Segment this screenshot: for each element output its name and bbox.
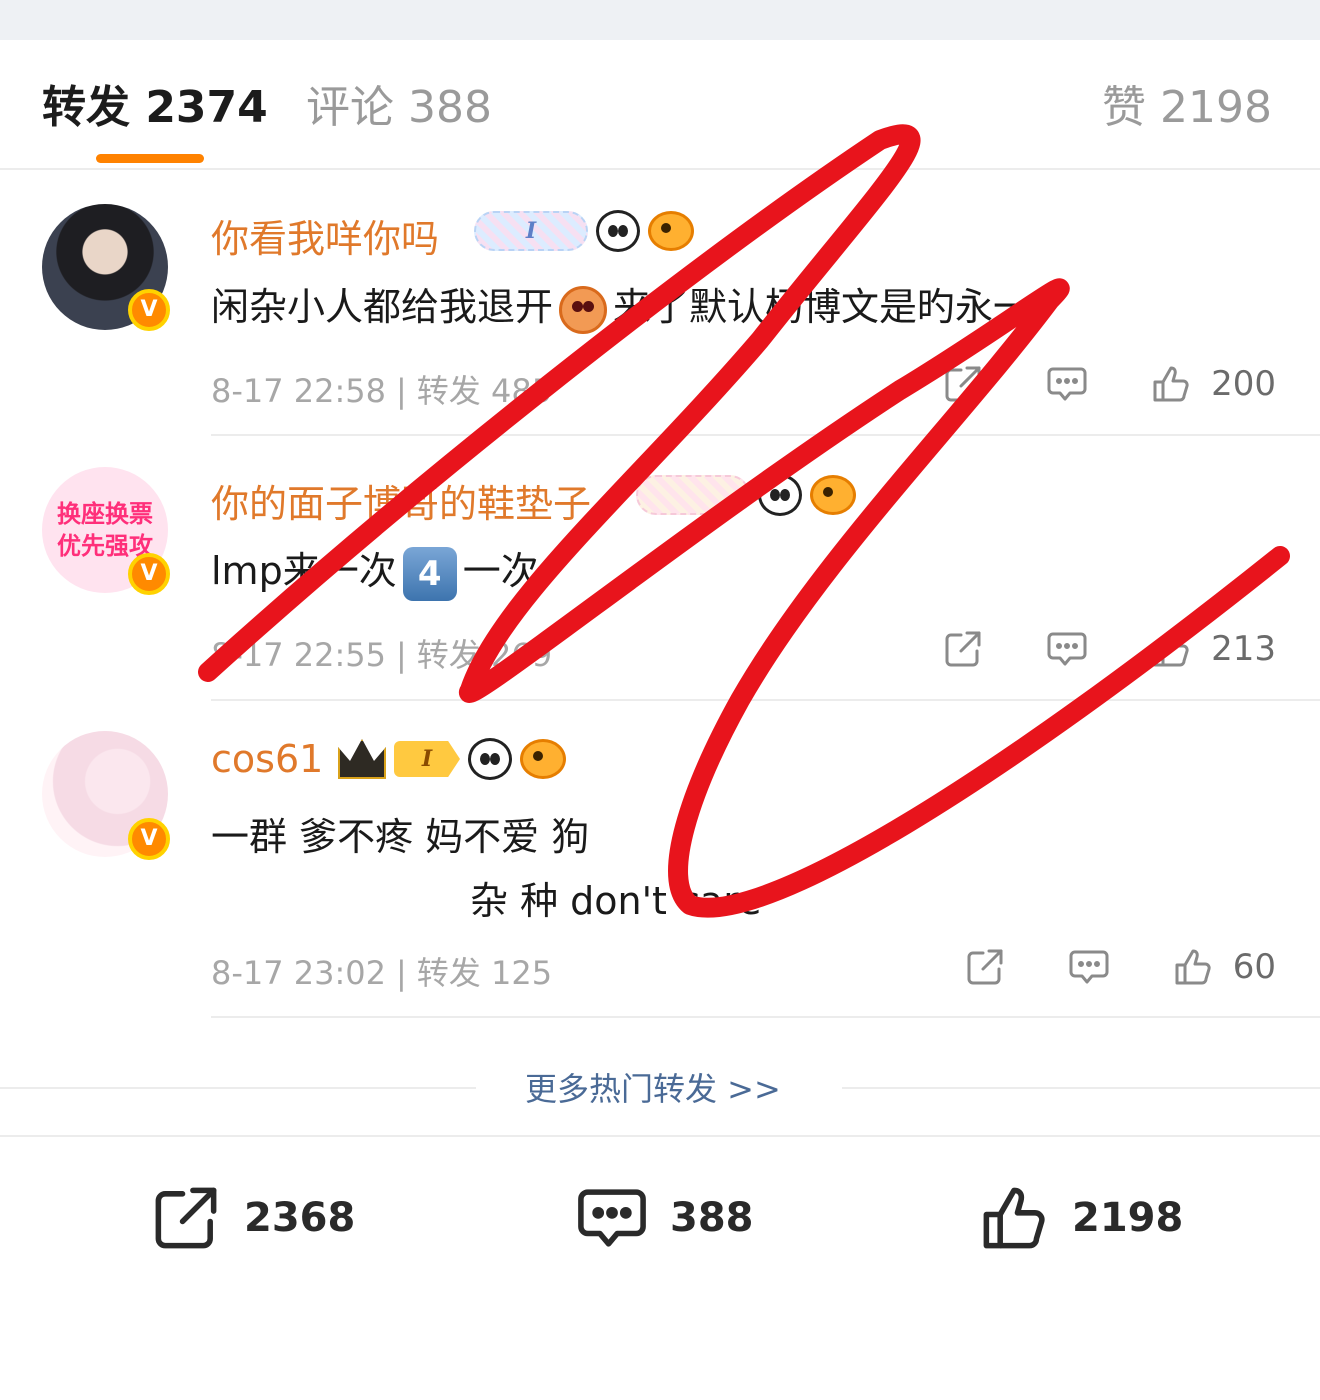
verified-icon: V	[128, 818, 170, 860]
username[interactable]: 你看我咩你吗	[211, 208, 439, 263]
user-badges	[636, 474, 856, 516]
repost-meta: 8-17 22:55 | 转发 269	[211, 636, 553, 674]
tab-likes[interactable]: 赞 2198	[1102, 82, 1272, 134]
active-tab-indicator	[96, 154, 204, 163]
repost-count: 转发 125	[416, 954, 553, 992]
panda-icon	[596, 210, 640, 252]
bottom-repost-button[interactable]: 2368	[148, 1180, 355, 1256]
item-actions: 200	[941, 362, 1276, 406]
panda-icon	[468, 738, 512, 780]
content-text: lmp来一次	[211, 549, 397, 593]
share-icon	[155, 1187, 217, 1249]
like-total: 2198	[1072, 1195, 1184, 1241]
share-icon[interactable]	[941, 627, 985, 671]
bottom-comment-button[interactable]: 388	[574, 1180, 754, 1256]
tab-comments[interactable]: 评论 388	[306, 82, 492, 134]
like-icon	[983, 1187, 1045, 1249]
like-count: 213	[1211, 629, 1276, 669]
divider	[0, 1087, 476, 1089]
level-badge-icon: I	[474, 211, 588, 251]
crown-icon	[338, 739, 386, 779]
verified-icon: V	[128, 553, 170, 595]
like-count: 200	[1211, 364, 1276, 404]
like-count: 60	[1232, 947, 1276, 987]
timestamp: 8-17 23:02	[211, 954, 387, 992]
user-badges: I	[338, 738, 566, 780]
content-text: 闲杂小人都给我退开	[211, 285, 554, 329]
repost-count: 转发 269	[416, 636, 553, 674]
like-icon[interactable]	[1171, 945, 1215, 989]
comment-icon[interactable]	[1067, 945, 1111, 989]
top-band	[0, 0, 1320, 40]
share-icon[interactable]	[963, 945, 1007, 989]
bottom-like-button[interactable]: 2198	[976, 1180, 1183, 1256]
username[interactable]: 你的面子博哥的鞋垫子	[211, 473, 591, 528]
panda-icon	[758, 474, 802, 516]
username[interactable]: cos61	[211, 737, 323, 781]
tab-bar: 转发 2374 评论 388 赞 2198	[0, 40, 1320, 170]
more-reposts-link[interactable]: 更多热门转发 >>	[525, 1064, 781, 1110]
divider	[842, 1087, 1320, 1089]
repost-content: 闲杂小人都给我退开 来了默认杨博文是旳永一	[211, 276, 1031, 334]
divider	[211, 434, 1320, 436]
comment-icon[interactable]	[1045, 362, 1089, 406]
item-actions: 60	[963, 945, 1276, 989]
divider	[0, 1135, 1320, 1137]
pleading-emoji-icon	[559, 285, 608, 334]
fish-icon	[520, 739, 566, 779]
comment-icon[interactable]	[1045, 627, 1089, 671]
fan-badge-icon	[636, 475, 750, 515]
fish-icon	[810, 475, 856, 515]
level-badge-icon: I	[394, 741, 460, 777]
verified-icon: V	[128, 289, 170, 331]
fish-icon	[648, 211, 694, 251]
repost-content: 一群 爹不疼 妈不爱 狗	[211, 815, 590, 859]
like-icon[interactable]	[1149, 627, 1193, 671]
comment-icon	[578, 1189, 646, 1247]
divider	[211, 1016, 1320, 1018]
user-badges: I	[474, 210, 694, 252]
share-icon[interactable]	[941, 362, 985, 406]
divider	[211, 699, 1320, 701]
repost-content-line2: 杂 种 don't care	[470, 879, 762, 923]
item-actions: 213	[941, 627, 1276, 671]
repost-content: lmp来一次 4 一次	[211, 540, 539, 601]
repost-count: 转发 485	[416, 372, 553, 410]
keycap-4-icon: 4	[402, 546, 457, 601]
comment-total: 388	[670, 1195, 754, 1241]
content-text: 一次	[462, 549, 539, 593]
like-icon[interactable]	[1149, 362, 1193, 406]
content-text: 来了默认杨博文是旳永一	[613, 285, 1032, 329]
repost-meta: 8-17 22:58 | 转发 485	[211, 372, 553, 410]
repost-meta: 8-17 23:02 | 转发 125	[211, 954, 553, 992]
timestamp: 8-17 22:55	[211, 636, 387, 674]
timestamp: 8-17 22:58	[211, 372, 387, 410]
repost-total: 2368	[244, 1195, 356, 1241]
tab-reposts[interactable]: 转发 2374	[42, 82, 268, 134]
